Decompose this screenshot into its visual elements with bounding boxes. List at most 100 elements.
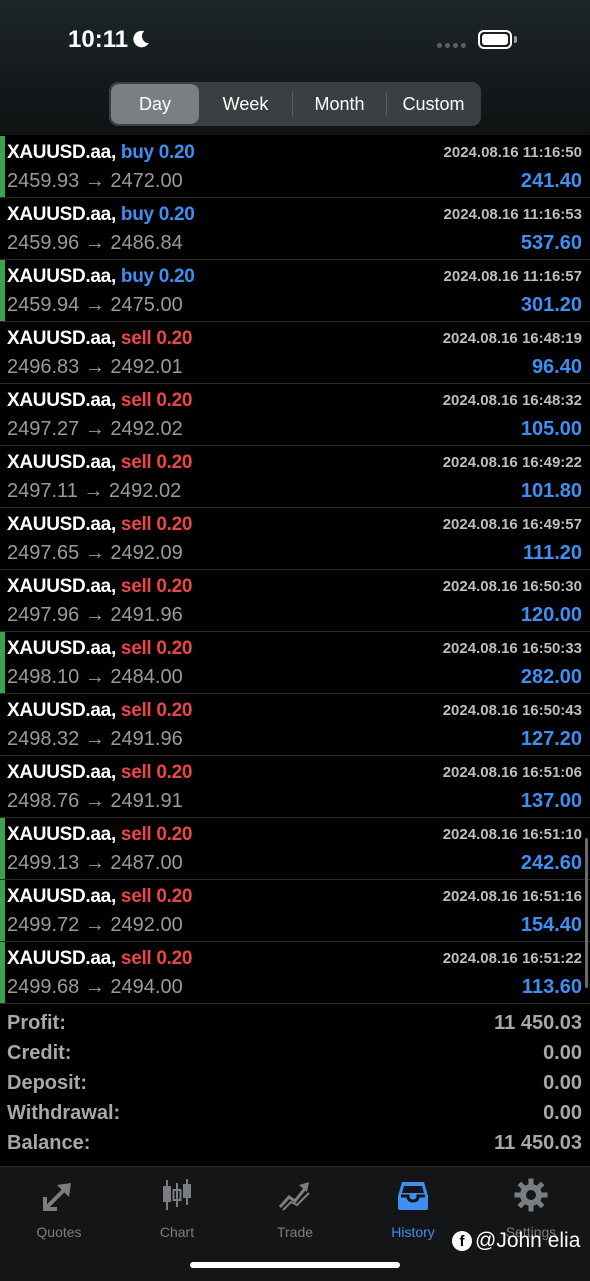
deal-row[interactable]: XAUUSD.aa, sell 0.20 2497.96 → 2491.96 202… [0, 570, 590, 632]
deal-symbol: XAUUSD.aa, [7, 452, 116, 473]
deal-profit: 127.20 [520, 728, 582, 750]
deal-row[interactable]: XAUUSD.aa, buy 0.20 2459.93 → 2472.00 2024… [0, 136, 590, 198]
chart-icon [163, 1179, 191, 1210]
deal-marker [0, 260, 5, 321]
deal-time: 2024.08.16 16:50:33 [442, 640, 582, 657]
summary-label: Withdrawal: [7, 1102, 121, 1124]
deal-symbol: XAUUSD.aa, [7, 886, 116, 907]
deal-row[interactable]: XAUUSD.aa, sell 0.20 2499.68 → 2494.00 202… [0, 942, 590, 1004]
segment-day[interactable]: Day [111, 84, 199, 124]
deal-prices: 2497.27 → 2492.02 [7, 418, 183, 440]
status-time: 10:11 [68, 26, 129, 53]
deal-type: sell 0.20 [120, 328, 193, 349]
deal-profit: 137.00 [520, 790, 582, 812]
tab-chart[interactable]: Chart [118, 1177, 236, 1240]
summary-value: 0.00 [543, 1072, 582, 1094]
deal-title: XAUUSD.aa, sell 0.20 [7, 452, 192, 474]
deal-title: XAUUSD.aa, sell 0.20 [7, 886, 192, 908]
tab-label: Trade [276, 1224, 314, 1240]
summary-value: 0.00 [543, 1102, 582, 1124]
deal-title: XAUUSD.aa, buy 0.20 [7, 266, 195, 288]
deal-symbol: XAUUSD.aa, [7, 762, 116, 783]
deal-symbol: XAUUSD.aa, [7, 638, 116, 659]
deal-time: 2024.08.16 16:49:57 [442, 516, 582, 533]
deal-type: sell 0.20 [120, 390, 193, 411]
home-indicator[interactable] [190, 1262, 400, 1268]
deal-row[interactable]: XAUUSD.aa, sell 0.20 2498.32 → 2491.96 202… [0, 694, 590, 756]
deal-row[interactable]: XAUUSD.aa, sell 0.20 2496.83 → 2492.01 202… [0, 322, 590, 384]
tab-label: Quotes [36, 1224, 82, 1240]
deal-symbol: XAUUSD.aa, [7, 390, 116, 411]
deal-type: sell 0.20 [120, 514, 193, 535]
deal-row[interactable]: XAUUSD.aa, buy 0.20 2459.96 → 2486.84 2024… [0, 198, 590, 260]
deal-row[interactable]: XAUUSD.aa, sell 0.20 2499.13 → 2487.00 202… [0, 818, 590, 880]
summary-label: Profit: [7, 1012, 66, 1034]
facebook-icon: f [452, 1231, 472, 1251]
deal-prices: 2459.93 → 2472.00 [7, 170, 183, 192]
summary-profit: Profit: 11 450.03 [0, 1010, 590, 1040]
deal-type: buy 0.20 [120, 204, 195, 225]
deal-marker [0, 818, 5, 879]
deal-profit: 242.60 [520, 852, 582, 874]
deal-prices: 2459.94 → 2475.00 [7, 294, 183, 316]
deal-row[interactable]: XAUUSD.aa, sell 0.20 2497.27 → 2492.02 202… [0, 384, 590, 446]
deal-title: XAUUSD.aa, sell 0.20 [7, 824, 192, 846]
segment-custom[interactable]: Custom [387, 84, 480, 124]
deal-time: 2024.08.16 16:51:06 [442, 764, 582, 781]
deal-marker [0, 632, 5, 693]
summary-deposit: Deposit: 0.00 [0, 1070, 590, 1100]
deal-row[interactable]: XAUUSD.aa, sell 0.20 2498.10 → 2484.00 202… [0, 632, 590, 694]
deal-type: sell 0.20 [120, 762, 193, 783]
battery-icon [478, 30, 512, 49]
deal-time: 2024.08.16 16:50:43 [442, 702, 582, 719]
deal-prices: 2497.65 → 2492.09 [7, 542, 183, 564]
deal-prices: 2497.96 → 2491.96 [7, 604, 183, 626]
deal-time: 2024.08.16 11:16:50 [443, 144, 582, 161]
deal-type: buy 0.20 [120, 142, 195, 163]
summary-withdrawal: Withdrawal: 0.00 [0, 1100, 590, 1130]
deal-type: sell 0.20 [120, 452, 193, 473]
deal-time: 2024.08.16 16:49:22 [442, 454, 582, 471]
deal-row[interactable]: XAUUSD.aa, sell 0.20 2498.76 → 2491.91 202… [0, 756, 590, 818]
deal-row[interactable]: XAUUSD.aa, sell 0.20 2497.11 → 2492.02 202… [0, 446, 590, 508]
deal-profit: 301.20 [520, 294, 582, 316]
deal-symbol: XAUUSD.aa, [7, 142, 116, 163]
deal-type: sell 0.20 [120, 700, 193, 721]
deal-row[interactable]: XAUUSD.aa, sell 0.20 2499.72 → 2492.00 202… [0, 880, 590, 942]
quotes-icon [43, 1183, 71, 1211]
deal-prices: 2498.76 → 2491.91 [7, 790, 183, 812]
scrollbar[interactable] [585, 838, 588, 988]
moon-icon [133, 30, 149, 48]
tab-quotes[interactable]: Quotes [0, 1177, 118, 1240]
deal-symbol: XAUUSD.aa, [7, 576, 116, 597]
deal-profit: 96.40 [531, 356, 582, 378]
deal-row[interactable]: XAUUSD.aa, sell 0.20 2497.65 → 2492.09 202… [0, 508, 590, 570]
tab-history[interactable]: History [354, 1177, 472, 1240]
deal-symbol: XAUUSD.aa, [7, 266, 116, 287]
deal-time: 2024.08.16 16:51:10 [442, 826, 582, 843]
deal-profit: 113.60 [521, 976, 582, 998]
deal-title: XAUUSD.aa, sell 0.20 [7, 638, 192, 660]
deal-time: 2024.08.16 16:51:16 [442, 888, 582, 905]
deal-symbol: XAUUSD.aa, [7, 204, 116, 225]
tab-label: Chart [159, 1224, 195, 1240]
deal-row[interactable]: XAUUSD.aa, buy 0.20 2459.94 → 2475.00 2024… [0, 260, 590, 322]
deal-prices: 2499.72 → 2492.00 [7, 914, 183, 936]
deal-type: sell 0.20 [120, 638, 193, 659]
deal-type: sell 0.20 [120, 576, 193, 597]
deal-profit: 101.80 [520, 480, 582, 502]
summary-value: 11 450.03 [494, 1132, 582, 1154]
segment-week[interactable]: Week [199, 84, 292, 124]
deal-prices: 2498.32 → 2491.96 [7, 728, 183, 750]
tab-trade[interactable]: Trade [236, 1177, 354, 1240]
signal-icon [437, 43, 466, 48]
deal-title: XAUUSD.aa, sell 0.20 [7, 576, 192, 598]
period-segmented-control: Day Week Month Custom [109, 82, 481, 126]
settings-icon [514, 1178, 548, 1212]
deal-prices: 2459.96 → 2486.84 [7, 232, 183, 254]
segment-month[interactable]: Month [293, 84, 386, 124]
deal-profit: 111.20 [523, 542, 582, 564]
tab-settings[interactable]: Settings [472, 1177, 590, 1240]
deal-time: 2024.08.16 16:50:30 [442, 578, 582, 595]
watermark-text: @John elia [475, 1229, 581, 1252]
